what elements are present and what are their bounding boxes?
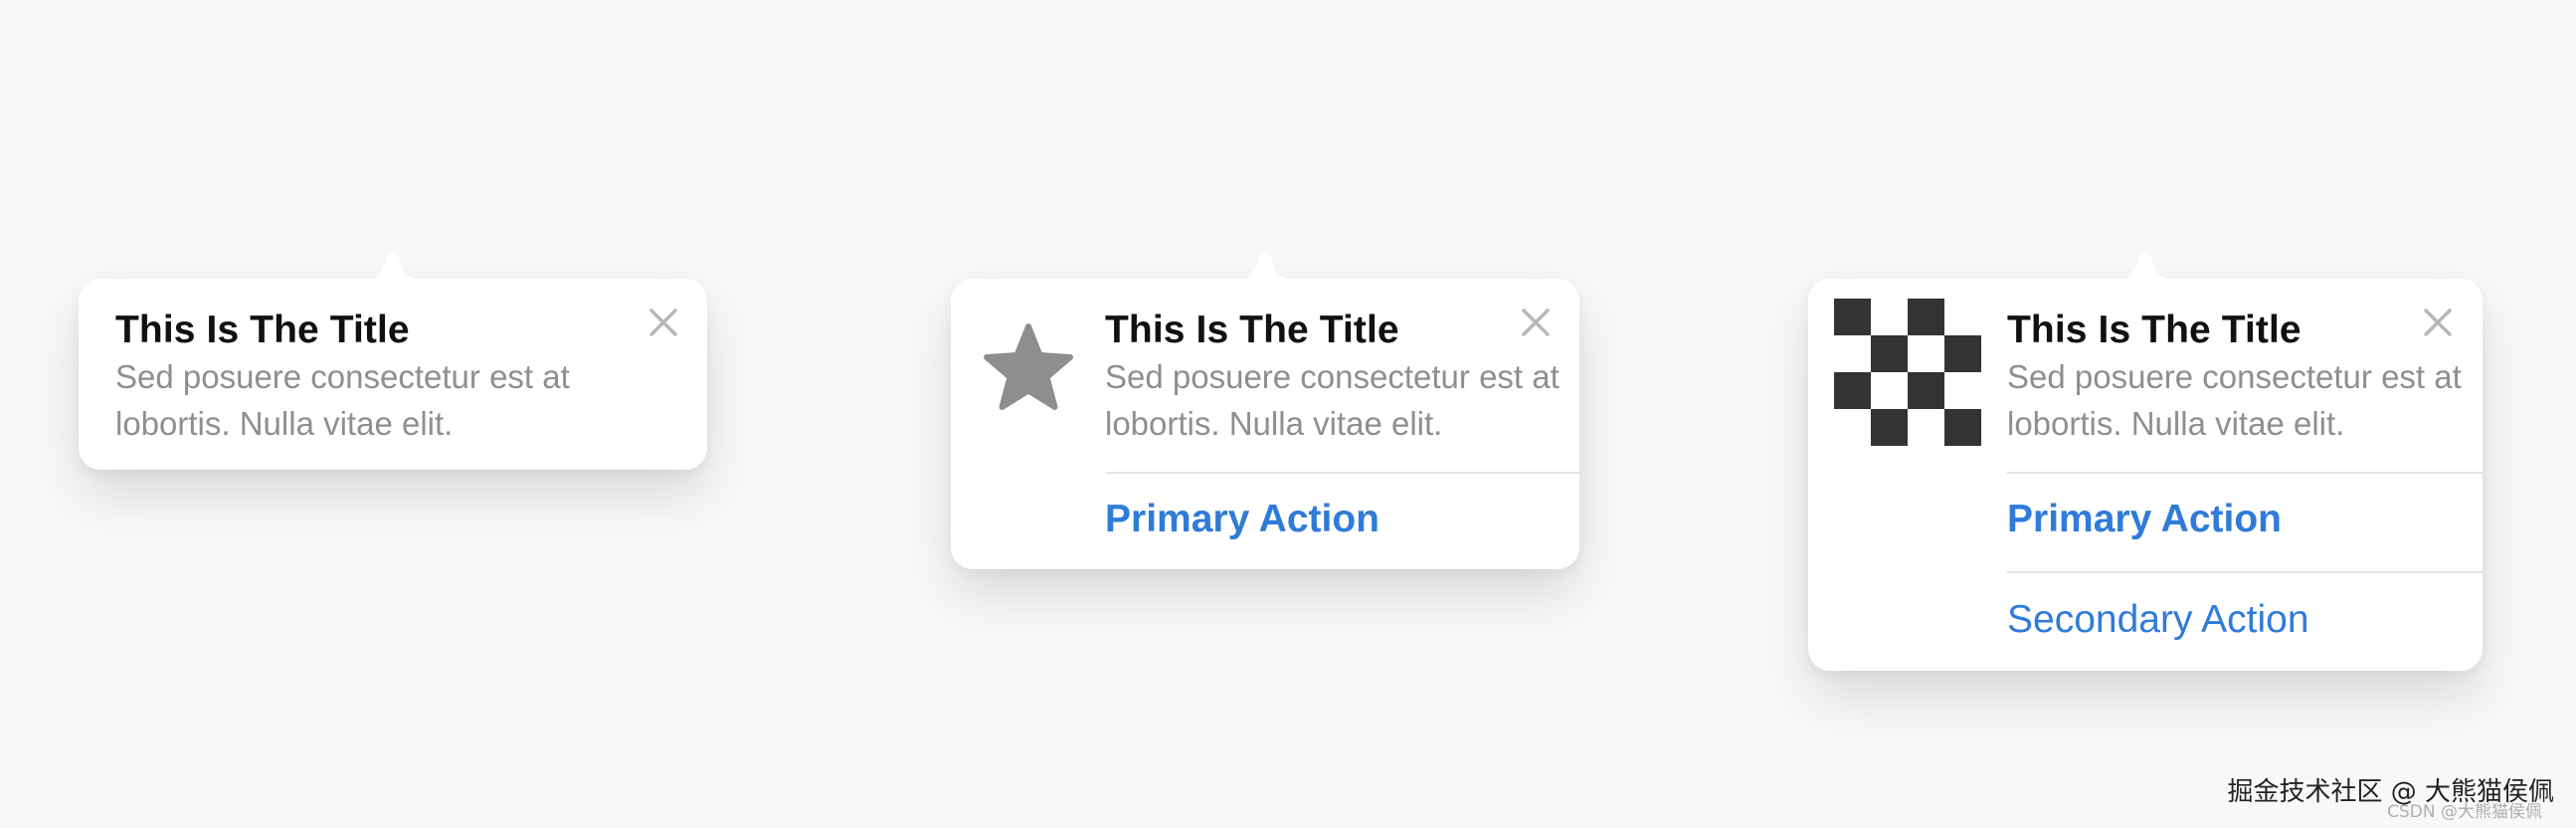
tip-title: This Is The Title bbox=[115, 309, 410, 351]
tip-card-with-actions: This Is The Title Sed posuere consectetu… bbox=[1808, 279, 2483, 671]
tip-body: Sed posuere consectetur est at lobortis.… bbox=[115, 358, 570, 442]
tip-body: Sed posuere consectetur est at lobortis.… bbox=[1105, 358, 1560, 442]
watermark-sub: CSDN @大熊猫侯佩 bbox=[2387, 802, 2542, 822]
divider bbox=[2007, 472, 2483, 474]
divider bbox=[1105, 472, 1579, 474]
primary-action-button[interactable]: Primary Action bbox=[2007, 498, 2282, 541]
tip-title: This Is The Title bbox=[2007, 309, 2301, 351]
tip-body: Sed posuere consectetur est at lobortis.… bbox=[2007, 358, 2462, 442]
close-icon[interactable] bbox=[645, 305, 681, 340]
tip-title: This Is The Title bbox=[1105, 309, 1399, 351]
divider bbox=[2007, 571, 2483, 573]
tip-card-with-action: This Is The Title Sed posuere consectetu… bbox=[951, 279, 1579, 569]
checkerboard-icon bbox=[1834, 299, 1981, 451]
star-icon bbox=[983, 322, 1074, 415]
close-icon[interactable] bbox=[2420, 305, 2456, 340]
primary-action-button[interactable]: Primary Action bbox=[1105, 498, 1380, 541]
close-icon[interactable] bbox=[1518, 305, 1554, 340]
tip-card-basic: This Is The Title Sed posuere consectetu… bbox=[79, 279, 707, 470]
secondary-action-button[interactable]: Secondary Action bbox=[2007, 598, 2309, 642]
